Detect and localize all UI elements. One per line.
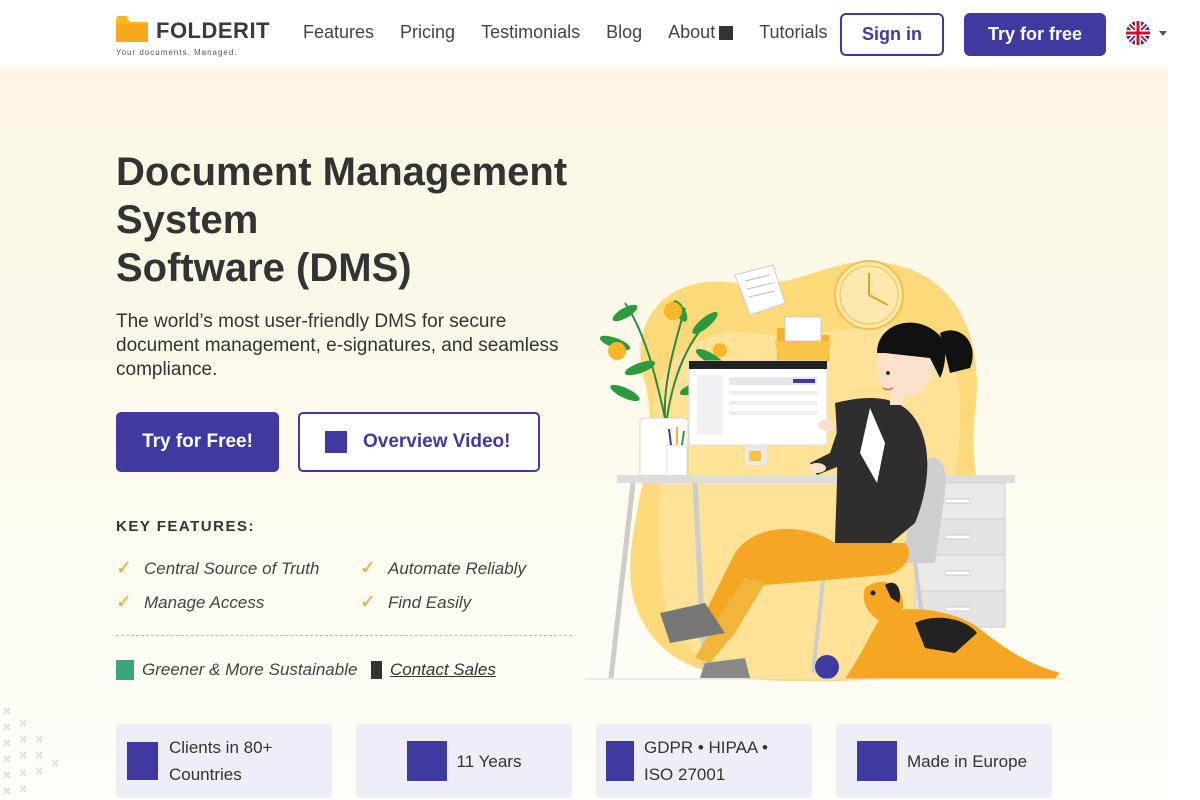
logo-text: FOLDERIT — [156, 18, 270, 43]
nav-blog[interactable]: Blog — [606, 22, 642, 43]
divider — [116, 635, 572, 636]
stat-card: Made in Europe — [836, 724, 1052, 798]
clock-icon — [834, 260, 904, 330]
stat-label: GDPR • HIPAA • ISO 27001 — [644, 738, 769, 784]
nav-pricing-label: Pricing — [400, 22, 456, 42]
nav-testimonials-label: Testimonials — [481, 22, 581, 42]
hero-illustration — [585, 260, 1065, 682]
contact-sales-label: Contact Sales — [390, 660, 496, 679]
stat-label: Made in Europe — [907, 751, 1028, 771]
feature-label: Manage Access — [144, 592, 265, 612]
nav-features[interactable]: Features — [303, 22, 374, 43]
feature-label: Find Easily — [388, 592, 472, 612]
chevron-down-icon — [1159, 31, 1167, 36]
feature-label: Automate Reliably — [388, 558, 526, 578]
overview-video-label: Overview Video! — [363, 431, 511, 452]
phone-icon — [371, 661, 382, 679]
globe-icon — [127, 742, 158, 780]
hero-subtitle: The world’s most user-friendly DMS for s… — [116, 311, 559, 380]
play-icon — [325, 431, 347, 453]
ball — [815, 655, 839, 679]
contact-sales-link[interactable]: Contact Sales — [371, 660, 496, 680]
overview-video-button[interactable]: Overview Video! — [298, 412, 540, 472]
top-navigation: FOLDERIT Your documents. Managed. Featur… — [0, 0, 1200, 68]
leaf-icon — [116, 660, 134, 680]
check-icon: ✓ — [360, 558, 376, 579]
uk-flag-icon — [1126, 21, 1167, 45]
stat-card: 11 Years — [356, 724, 572, 798]
check-icon: ✓ — [116, 592, 132, 613]
try-for-free-cta[interactable]: Try for Free! — [116, 412, 279, 472]
nav-about-label: About — [668, 22, 716, 42]
decorative-pattern — [3, 707, 59, 795]
nav-features-label: Features — [303, 22, 375, 42]
check-icon: ✓ — [116, 558, 132, 579]
stat-label: Clients in 80+ Countries — [169, 738, 273, 784]
stat-card: Clients in 80+ Countries — [116, 724, 332, 798]
page-title: Document Management System Software (DMS… — [116, 148, 586, 292]
eu-flag-icon — [857, 741, 897, 781]
key-features-heading: KEY FEATURES: — [116, 518, 255, 535]
logo-tagline: Your documents. Managed. — [116, 48, 238, 57]
feature-label: Central Source of Truth — [144, 558, 320, 578]
feature-item: ✓ Central Source of Truth — [116, 557, 319, 580]
check-icon: ✓ — [360, 592, 376, 613]
title-line-3: Software (DMS) — [116, 246, 412, 290]
nav-blog-label: Blog — [606, 22, 643, 42]
nav-links: Features Pricing Testimonials Blog About… — [303, 22, 854, 43]
sign-in-button[interactable]: Sign in — [840, 13, 944, 56]
try-for-free-button[interactable]: Try for free — [964, 13, 1106, 56]
stat-card: GDPR • HIPAA • ISO 27001 — [596, 724, 812, 798]
feature-item: ✓ Find Easily — [360, 591, 471, 614]
nav-pricing[interactable]: Pricing — [400, 22, 455, 43]
title-line-2: System — [116, 198, 259, 242]
folder-logo-icon — [116, 16, 148, 42]
stat-label: 11 Years — [456, 751, 522, 771]
sustainability-label: Greener & More Sustainable — [142, 660, 358, 679]
feature-item: ✓ Automate Reliably — [360, 557, 526, 580]
nav-testimonials[interactable]: Testimonials — [481, 22, 580, 43]
nav-tutorials[interactable]: Tutorials — [759, 22, 827, 43]
nav-about[interactable]: About — [668, 22, 734, 43]
language-selector[interactable] — [1126, 20, 1170, 46]
nav-tutorials-label: Tutorials — [759, 22, 828, 42]
hero-section: Document Management System Software (DMS… — [0, 68, 1168, 800]
dropdown-icon — [719, 25, 734, 40]
folderit-logo[interactable]: FOLDERIT Your documents. Managed. — [116, 16, 270, 60]
sustainability-note: Greener & More Sustainable — [116, 660, 357, 680]
title-line-1: Document Management — [116, 150, 568, 194]
shield-icon — [606, 741, 634, 781]
feature-item: ✓ Manage Access — [116, 591, 264, 614]
calendar-icon — [406, 741, 447, 781]
